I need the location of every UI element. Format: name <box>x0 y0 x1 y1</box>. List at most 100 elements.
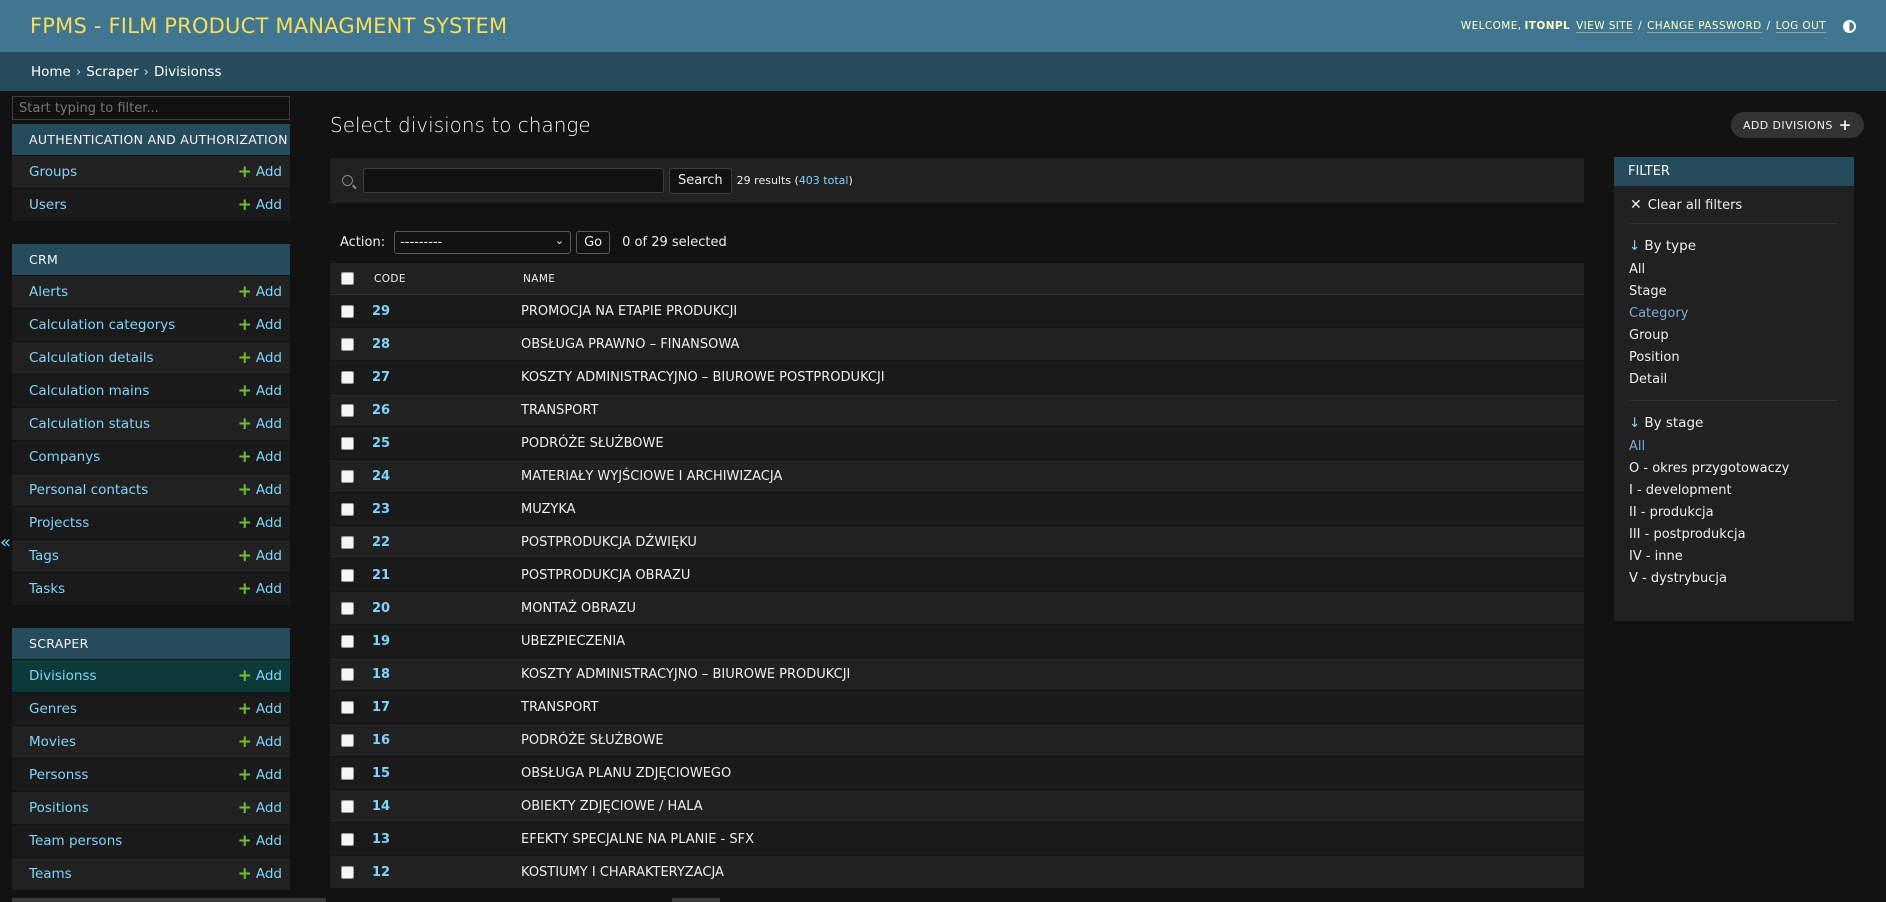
row-checkbox[interactable] <box>341 799 354 813</box>
sidebar-item-link[interactable]: Tags <box>29 548 59 564</box>
sidebar-item-link[interactable]: Groups <box>29 164 77 180</box>
row-code-link[interactable]: 19 <box>372 634 390 649</box>
row-code-link[interactable]: 22 <box>372 535 390 550</box>
row-code-link[interactable]: 12 <box>372 865 390 880</box>
row-checkbox[interactable] <box>341 667 354 681</box>
sidebar-add-link[interactable]: + Add <box>238 733 282 751</box>
change-password-link[interactable]: CHANGE PASSWORD <box>1647 20 1762 33</box>
row-code-link[interactable]: 13 <box>372 832 390 847</box>
nav-filter-input[interactable] <box>12 96 290 120</box>
sidebar-add-link[interactable]: + Add <box>238 865 282 883</box>
row-checkbox[interactable] <box>341 337 354 351</box>
filter-option[interactable]: I - development <box>1629 483 1854 505</box>
row-checkbox[interactable] <box>341 403 354 417</box>
module-caption[interactable]: AUTHENTICATION AND AUTHORIZATION <box>12 124 290 155</box>
row-code-link[interactable]: 29 <box>372 304 390 319</box>
breadcrumb-scraper[interactable]: Scraper <box>86 64 138 80</box>
filter-option[interactable]: IV - inne <box>1629 549 1854 571</box>
sidebar-item-link[interactable]: Personal contacts <box>29 482 148 498</box>
filter-group-title[interactable]: ↓ By stage <box>1629 415 1854 431</box>
sidebar-item-link[interactable]: Genres <box>29 701 77 717</box>
view-site-link[interactable]: VIEW SITE <box>1576 20 1634 33</box>
horizontal-scrollbar[interactable] <box>12 898 326 902</box>
sidebar-add-link[interactable]: + Add <box>238 547 282 565</box>
filter-option[interactable]: II - produkcja <box>1629 505 1854 527</box>
sidebar-add-link[interactable]: + Add <box>238 667 282 685</box>
sidebar-item-link[interactable]: Companys <box>29 449 100 465</box>
row-code-link[interactable]: 15 <box>372 766 390 781</box>
sidebar-add-link[interactable]: + Add <box>238 448 282 466</box>
row-code-link[interactable]: 24 <box>372 469 390 484</box>
filter-option[interactable]: Position <box>1629 350 1854 372</box>
row-code-link[interactable]: 23 <box>372 502 390 517</box>
module-caption[interactable]: CRM <box>12 244 290 275</box>
row-code-link[interactable]: 21 <box>372 568 390 583</box>
breadcrumb-home[interactable]: Home <box>31 64 71 80</box>
sidebar-add-link[interactable]: + Add <box>238 316 282 334</box>
filter-option[interactable]: Stage <box>1629 284 1854 306</box>
row-code-link[interactable]: 26 <box>372 403 390 418</box>
search-input[interactable] <box>363 168 664 193</box>
row-checkbox[interactable] <box>341 832 354 846</box>
filter-option[interactable]: Category <box>1629 306 1854 328</box>
row-checkbox[interactable] <box>341 568 354 582</box>
sidebar-item-link[interactable]: Team persons <box>29 833 122 849</box>
row-checkbox[interactable] <box>341 634 354 648</box>
collapse-sidebar-icon[interactable]: « <box>0 532 11 553</box>
sidebar-item-link[interactable]: Calculation categorys <box>29 317 175 333</box>
sidebar-add-link[interactable]: + Add <box>238 580 282 598</box>
row-checkbox[interactable] <box>341 304 354 318</box>
sidebar-item-link[interactable]: Tasks <box>29 581 65 597</box>
sidebar-add-link[interactable]: + Add <box>238 799 282 817</box>
column-header-name[interactable]: NAME <box>523 273 555 285</box>
row-checkbox[interactable] <box>341 535 354 549</box>
action-select[interactable]: --------- ⌄ <box>394 230 572 254</box>
filter-option[interactable]: Group <box>1629 328 1854 350</box>
sidebar-item-link[interactable]: Personss <box>29 767 88 783</box>
go-button[interactable]: Go <box>576 230 611 254</box>
row-code-link[interactable]: 27 <box>372 370 390 385</box>
sidebar-item-link[interactable]: Movies <box>29 734 76 750</box>
sidebar-add-link[interactable]: + Add <box>238 766 282 784</box>
sidebar-item-link[interactable]: Teams <box>29 866 72 882</box>
row-code-link[interactable]: 16 <box>372 733 390 748</box>
row-code-link[interactable]: 14 <box>372 799 390 814</box>
row-checkbox[interactable] <box>341 370 354 384</box>
sidebar-add-link[interactable]: + Add <box>238 514 282 532</box>
filter-option[interactable]: All <box>1629 439 1854 461</box>
sidebar-item-link[interactable]: Alerts <box>29 284 68 300</box>
row-checkbox[interactable] <box>341 601 354 615</box>
log-out-link[interactable]: LOG OUT <box>1775 20 1826 33</box>
sidebar-add-link[interactable]: + Add <box>238 481 282 499</box>
filter-option[interactable]: III - postprodukcja <box>1629 527 1854 549</box>
row-checkbox[interactable] <box>341 502 354 516</box>
row-code-link[interactable]: 20 <box>372 601 390 616</box>
column-header-code[interactable]: CODE <box>374 273 406 285</box>
row-checkbox[interactable] <box>341 766 354 780</box>
filter-group-title[interactable]: ↓ By type <box>1629 238 1854 254</box>
sidebar-item-link[interactable]: Calculation status <box>29 416 150 432</box>
sidebar-add-link[interactable]: + Add <box>238 832 282 850</box>
sidebar-add-link[interactable]: + Add <box>238 283 282 301</box>
row-code-link[interactable]: 17 <box>372 700 390 715</box>
row-code-link[interactable]: 28 <box>372 337 390 352</box>
sidebar-item-link[interactable]: Positions <box>29 800 89 816</box>
module-caption[interactable]: SCRAPER <box>12 628 290 659</box>
horizontal-scrollbar-thumb[interactable] <box>672 898 720 902</box>
sidebar-item-link[interactable]: Divisionss <box>29 668 97 684</box>
row-checkbox[interactable] <box>341 865 354 879</box>
filter-option[interactable]: All <box>1629 262 1854 284</box>
filter-option[interactable]: O - okres przygotowaczy <box>1629 461 1854 483</box>
sidebar-item-link[interactable]: Users <box>29 197 67 213</box>
filter-option[interactable]: Detail <box>1629 372 1854 394</box>
sidebar-add-link[interactable]: + Add <box>238 382 282 400</box>
sidebar-add-link[interactable]: + Add <box>238 349 282 367</box>
sidebar-add-link[interactable]: + Add <box>238 415 282 433</box>
sidebar-add-link[interactable]: + Add <box>238 196 282 214</box>
sidebar-add-link[interactable]: + Add <box>238 163 282 181</box>
row-checkbox[interactable] <box>341 700 354 714</box>
show-all-link[interactable]: 403 total <box>799 174 849 187</box>
sidebar-item-link[interactable]: Projectss <box>29 515 89 531</box>
clear-all-filters-link[interactable]: ✕ Clear all filters <box>1630 197 1854 213</box>
row-checkbox[interactable] <box>341 436 354 450</box>
